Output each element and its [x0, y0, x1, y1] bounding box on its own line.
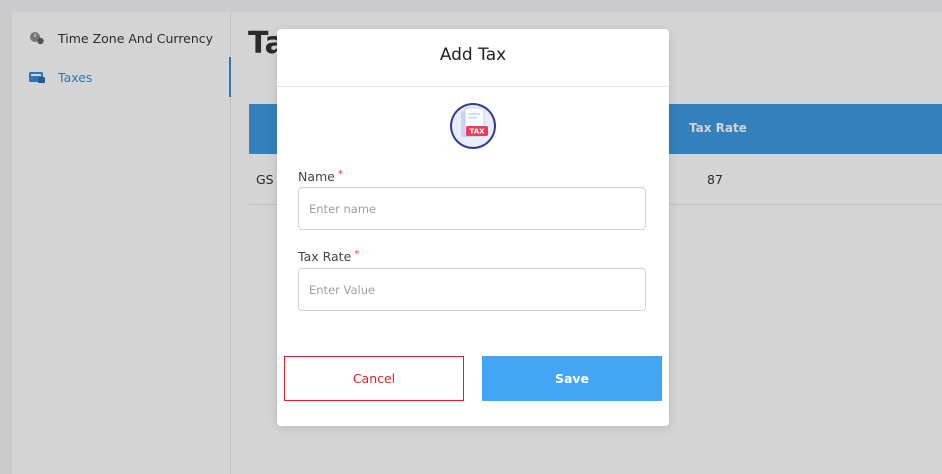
add-tax-modal: Add Tax TAX Name* Tax Rate* Cancel Save: [277, 29, 669, 426]
tax-document-icon: TAX: [450, 103, 496, 149]
name-input[interactable]: [298, 187, 646, 230]
cancel-button[interactable]: Cancel: [284, 356, 464, 401]
modal-title: Add Tax: [439, 45, 507, 65]
tax-rate-label-text: Tax Rate: [298, 249, 352, 264]
divider: [277, 86, 669, 87]
required-marker: *: [337, 169, 343, 180]
name-label: Name *: [298, 169, 343, 184]
save-button[interactable]: Save: [482, 356, 662, 401]
tax-badge-text: TAX: [469, 128, 485, 136]
required-marker: *: [354, 249, 360, 260]
tax-rate-input[interactable]: [298, 268, 646, 311]
tax-rate-label: Tax Rate *: [298, 249, 359, 264]
name-label-text: Name: [298, 169, 335, 184]
